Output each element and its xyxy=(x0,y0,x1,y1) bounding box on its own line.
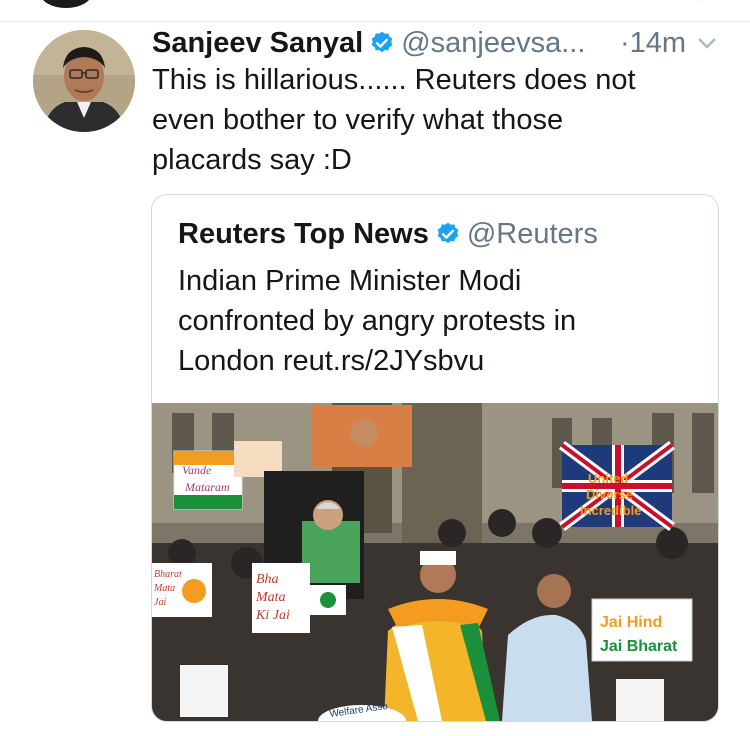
placard-text: Jai Bharat xyxy=(600,638,678,655)
placard-text: Jai xyxy=(154,597,166,608)
quoted-text-line: confronted by angry protests in xyxy=(178,305,577,337)
author-handle[interactable]: @sanjeevsa... xyxy=(401,27,585,59)
placard-text: Mata xyxy=(153,583,175,594)
previous-tweet-avatar[interactable] xyxy=(40,0,92,8)
tweet-divider xyxy=(0,21,750,22)
placard-text: United xyxy=(588,471,629,486)
placard-text: Jai Hind xyxy=(600,614,662,631)
placard-text: Mata xyxy=(255,590,286,605)
author-avatar[interactable] xyxy=(33,30,135,132)
tweet-text-line: This is hillarious...... Reuters does no… xyxy=(152,64,636,96)
author-name[interactable]: Sanjeev Sanyal xyxy=(152,27,363,59)
chevron-down-icon[interactable] xyxy=(696,33,718,55)
placard-text: Ki Jai xyxy=(255,608,290,623)
tweet-text-line: placards say :D xyxy=(152,144,352,176)
placard-united-diverse: United Diverse Incredible xyxy=(559,440,675,532)
placard-vande-mataram: Vande Mataram xyxy=(173,450,243,510)
quoted-tweet-header: Reuters Top News @Reuters xyxy=(178,215,598,253)
placard-jai-hind: Jai Hind Jai Bharat xyxy=(591,598,693,662)
tweet-text-line: even bother to verify what those xyxy=(152,104,564,136)
previous-chevron-down-icon[interactable] xyxy=(688,0,714,8)
placard-text: Bha xyxy=(256,572,279,587)
placard-text: Vande xyxy=(182,463,212,477)
placard-text: Incredible xyxy=(580,503,641,518)
quoted-tweet-text: Indian Prime Minister Modi confronted by… xyxy=(178,261,698,381)
verified-badge-icon xyxy=(371,31,393,53)
quoted-tweet-photo[interactable]: Vande Mataram Bharat Mata Jai Bha Mata K… xyxy=(152,403,718,721)
quoted-author-handle: @Reuters xyxy=(466,218,598,250)
quoted-author-name: Reuters Top News xyxy=(178,218,429,250)
quoted-text-line: Indian Prime Minister Modi xyxy=(178,265,522,297)
quoted-tweet-card[interactable]: Reuters Top News @Reuters Indian Prime M… xyxy=(151,194,719,722)
tweet-header: Sanjeev Sanyal @sanjeevsa... ·14m xyxy=(152,24,732,62)
tweet-text: This is hillarious...... Reuters does no… xyxy=(152,60,732,180)
tweet-timestamp[interactable]: ·14m xyxy=(620,24,686,62)
quoted-text-line: London reut.rs/2JYsbvu xyxy=(178,345,485,377)
placard-text: Diverse xyxy=(586,487,633,502)
placard-bharat-mata-left: Bharat Mata Jai xyxy=(152,563,212,617)
placard-text: Mataram xyxy=(184,480,230,494)
verified-badge-icon xyxy=(437,222,459,244)
placard-text: Bharat xyxy=(154,569,182,580)
